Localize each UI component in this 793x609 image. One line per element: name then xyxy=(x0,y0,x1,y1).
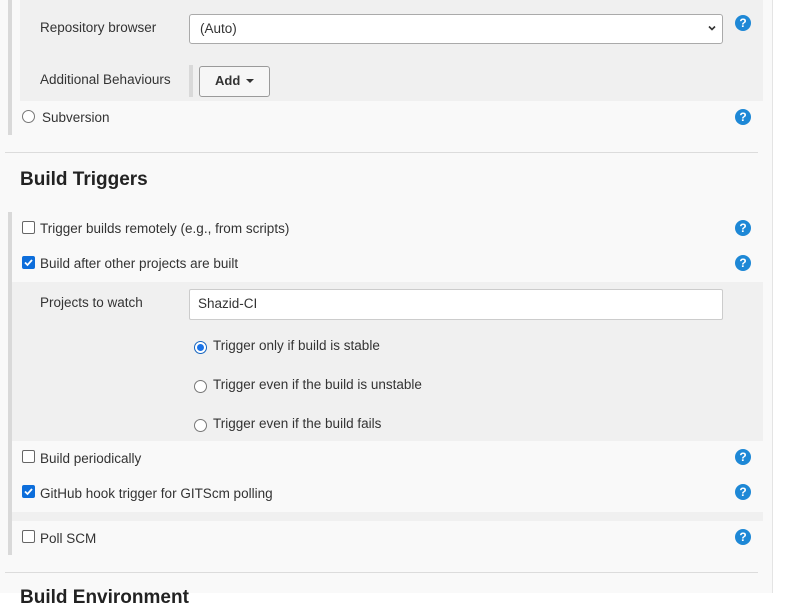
poll-scm-checkbox[interactable] xyxy=(22,530,35,543)
trigger-stable-radio[interactable] xyxy=(194,341,207,354)
help-icon[interactable]: ? xyxy=(735,255,751,271)
repository-browser-select[interactable]: (Auto) xyxy=(189,14,723,44)
subversion-radio[interactable] xyxy=(22,110,35,123)
build-periodically-checkbox[interactable] xyxy=(22,450,35,463)
help-icon[interactable]: ? xyxy=(735,529,751,545)
build-triggers-title: Build Triggers xyxy=(20,169,148,190)
trigger-fails-label: Trigger even if the build fails xyxy=(213,416,382,431)
poll-scm-label: Poll SCM xyxy=(40,531,97,546)
repository-browser-label: Repository browser xyxy=(40,20,157,35)
subversion-label: Subversion xyxy=(42,110,110,125)
trigger-remotely-checkbox[interactable] xyxy=(22,221,35,234)
github-hook-config xyxy=(12,512,763,521)
projects-to-watch-value: Shazid-CI xyxy=(198,296,258,311)
github-hook-label: GitHub hook trigger for GITScm polling xyxy=(40,486,273,501)
checkmark-icon xyxy=(24,259,33,267)
help-icon[interactable]: ? xyxy=(735,15,751,31)
chevron-down-icon xyxy=(708,25,716,31)
build-periodically-label: Build periodically xyxy=(40,451,142,466)
help-icon[interactable]: ? xyxy=(735,220,751,236)
build-after-other-checkbox[interactable] xyxy=(22,256,35,269)
additional-behaviours-label: Additional Behaviours xyxy=(40,72,171,87)
caret-down-icon xyxy=(246,78,255,83)
help-icon[interactable]: ? xyxy=(735,449,751,465)
checkmark-icon xyxy=(24,488,33,496)
repository-browser-value: (Auto) xyxy=(200,21,237,36)
additional-behaviours-bar xyxy=(189,65,193,97)
page-right-margin xyxy=(773,0,793,593)
build-after-other-label: Build after other projects are built xyxy=(40,256,239,271)
section-divider xyxy=(5,572,758,573)
help-icon[interactable]: ? xyxy=(735,109,751,125)
trigger-unstable-radio[interactable] xyxy=(194,380,207,393)
add-button-label: Add xyxy=(215,73,241,88)
trigger-unstable-label: Trigger even if the build is unstable xyxy=(213,377,422,392)
add-behaviour-button[interactable]: Add xyxy=(199,66,270,97)
next-section-title: Build Environment xyxy=(20,587,189,608)
trigger-fails-radio[interactable] xyxy=(194,419,207,432)
scm-config-block-bar xyxy=(8,0,12,135)
projects-to-watch-input[interactable]: Shazid-CI xyxy=(189,289,723,320)
projects-to-watch-label: Projects to watch xyxy=(40,295,143,310)
help-icon[interactable]: ? xyxy=(735,484,751,500)
trigger-remotely-label: Trigger builds remotely (e.g., from scri… xyxy=(40,221,290,236)
github-hook-checkbox[interactable] xyxy=(22,485,35,498)
section-divider xyxy=(5,152,758,153)
trigger-stable-label: Trigger only if build is stable xyxy=(213,338,380,353)
